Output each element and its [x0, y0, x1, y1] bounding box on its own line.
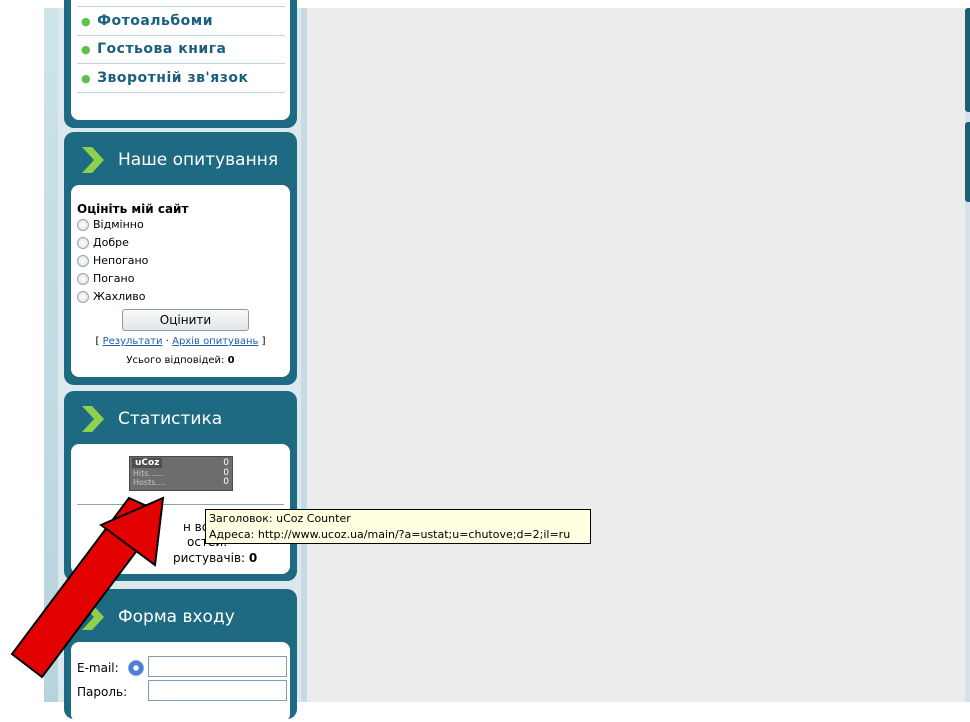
annotation-arrow-icon [10, 496, 165, 679]
